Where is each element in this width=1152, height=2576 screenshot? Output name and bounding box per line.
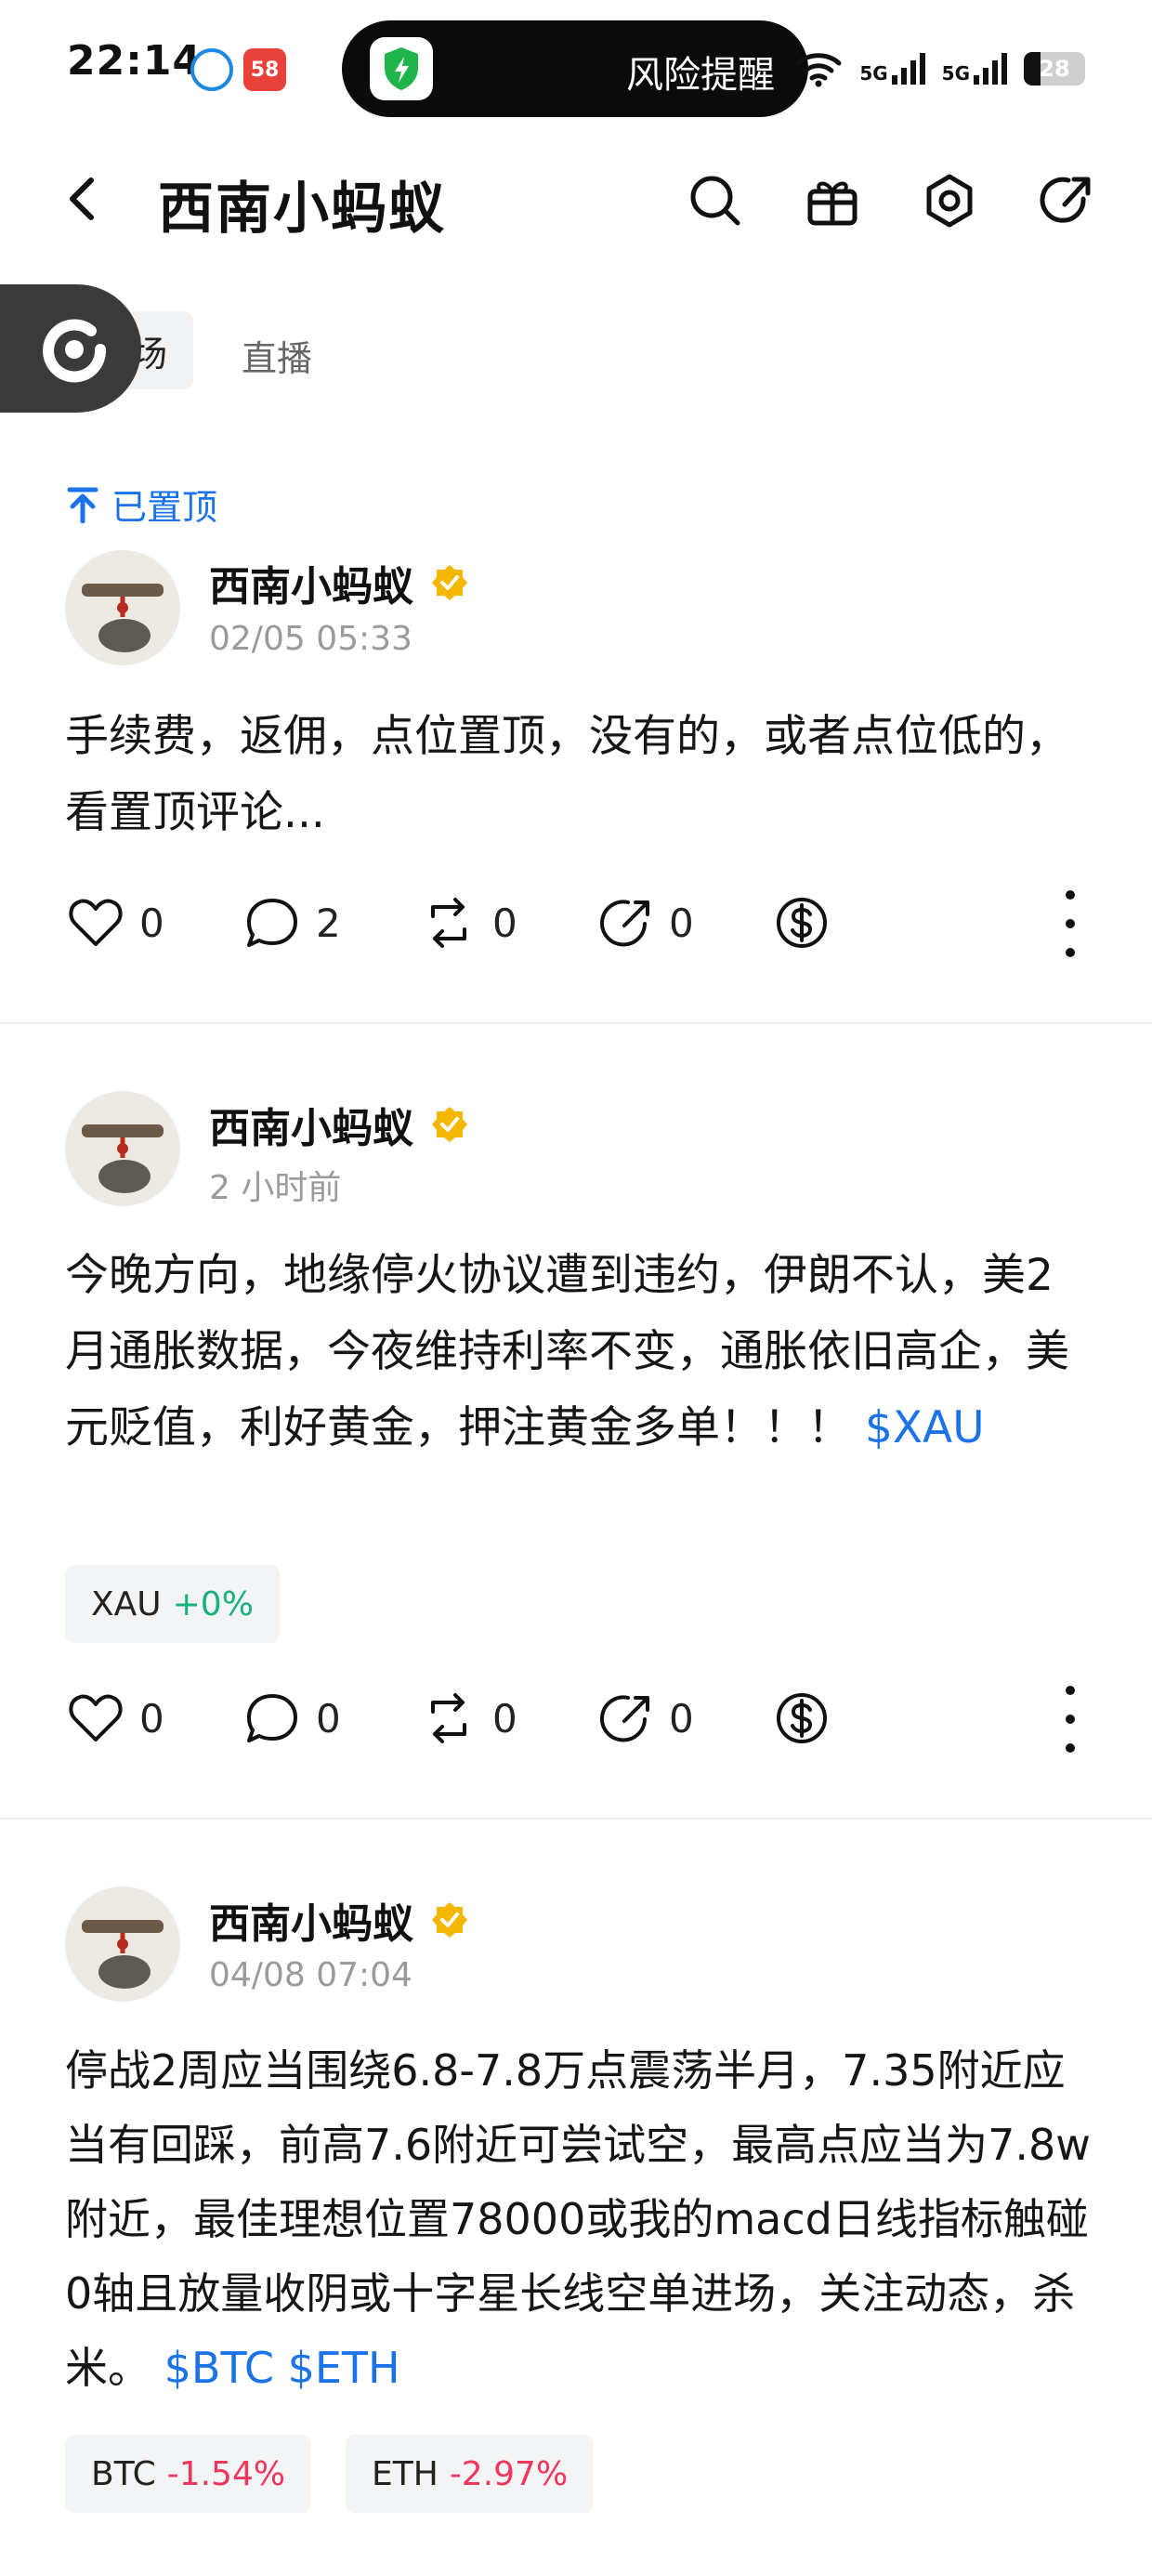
- dollar-coin-icon: [777, 1693, 827, 1743]
- heart-icon: [69, 899, 123, 946]
- pin-top-icon: [67, 487, 98, 523]
- heart-icon: [69, 1694, 123, 1741]
- repost-button[interactable]: 0: [420, 1689, 517, 1747]
- share-button[interactable]: 0: [596, 1689, 694, 1747]
- avatar[interactable]: [65, 550, 180, 665]
- gift-icon[interactable]: [803, 171, 862, 230]
- page-title: 西南小蚂蚁: [158, 177, 446, 242]
- settings-hexagon-icon[interactable]: [920, 171, 979, 230]
- status-time: 22:14: [67, 37, 203, 85]
- like-button[interactable]: 0: [67, 894, 164, 952]
- signal-2-icon: 5G: [942, 53, 1007, 85]
- post-text[interactable]: 手续费，返佣，点位置顶，没有的，或者点位低的，看置顶评论...: [65, 699, 1096, 851]
- comment-icon: [247, 899, 297, 947]
- tab-live[interactable]: 直播: [242, 330, 312, 381]
- post-author[interactable]: 西南小蚂蚁: [209, 1095, 469, 1154]
- app-58-icon: 58: [243, 48, 286, 91]
- search-icon[interactable]: [686, 171, 745, 230]
- status-indicators: 5G 5G 28: [794, 43, 1085, 95]
- share-arrow-icon: [600, 1695, 649, 1742]
- ticker-link[interactable]: $XAU: [865, 1402, 985, 1453]
- post-time: 02/05 05:33: [209, 620, 412, 658]
- battery-level: 28: [1039, 56, 1070, 82]
- more-options-icon[interactable]: [1061, 890, 1080, 957]
- repost-button[interactable]: 0: [420, 894, 517, 952]
- pinned-label: 已置顶: [67, 479, 217, 530]
- wifi-icon: [795, 53, 842, 87]
- risk-alert-text: 风险提醒: [626, 54, 775, 97]
- ticker-link[interactable]: $BTC $ETH: [164, 2343, 400, 2393]
- ant-avatar-image: [82, 584, 164, 652]
- battery-icon: 28: [1024, 52, 1085, 85]
- browser-app-icon: [190, 48, 233, 91]
- post-time: 04/08 07:04: [209, 1956, 412, 1994]
- risk-alert-island[interactable]: 风险提醒: [342, 20, 808, 117]
- post-time: 2 小时前: [209, 1169, 342, 1207]
- ant-avatar-image: [82, 1124, 164, 1193]
- floating-assist-button[interactable]: [0, 284, 141, 413]
- back-icon[interactable]: [56, 171, 111, 227]
- verified-badge-icon: [432, 1107, 467, 1142]
- tip-button[interactable]: [773, 894, 831, 952]
- avatar[interactable]: [65, 1886, 180, 2002]
- post-author[interactable]: 西南小蚂蚁: [209, 1890, 469, 1950]
- comment-button[interactable]: 2: [243, 894, 341, 952]
- post-text[interactable]: 停战2周应当围绕6.8-7.8万点震荡半月，7.35附近应当有回踩，前高7.6附…: [65, 2033, 1096, 2405]
- dollar-coin-icon: [777, 898, 827, 948]
- verified-badge-icon: [432, 565, 467, 600]
- comment-button[interactable]: 0: [243, 1689, 341, 1747]
- ticker-chip-eth[interactable]: ETH -2.97%: [346, 2435, 595, 2513]
- shield-icon: [370, 37, 433, 100]
- share-arrow-icon: [600, 900, 649, 947]
- tip-button[interactable]: [773, 1689, 831, 1747]
- share-icon[interactable]: [1037, 171, 1096, 230]
- post-divider: [0, 1022, 1152, 1024]
- ant-avatar-image: [82, 1920, 164, 1989]
- verified-badge-icon: [432, 1902, 467, 1938]
- refresh-ring-icon: [43, 319, 107, 383]
- ticker-chip-xau[interactable]: XAU +0%: [65, 1565, 280, 1643]
- comment-icon: [247, 1694, 297, 1742]
- signal-1-icon: 5G: [859, 53, 925, 85]
- post-author[interactable]: 西南小蚂蚁: [209, 553, 469, 612]
- ticker-chip-btc[interactable]: BTC -1.54%: [65, 2435, 312, 2513]
- share-button[interactable]: 0: [596, 894, 694, 952]
- post-divider: [0, 1818, 1152, 1820]
- repost-icon: [431, 898, 466, 948]
- avatar[interactable]: [65, 1091, 180, 1206]
- post-text[interactable]: 今晚方向，地缘停火协议遭到违约，伊朗不认，美2月通胀数据，今夜维持利率不变，通胀…: [65, 1238, 1096, 1466]
- more-options-icon[interactable]: [1061, 1686, 1080, 1753]
- repost-icon: [431, 1693, 466, 1743]
- like-button[interactable]: 0: [67, 1689, 164, 1747]
